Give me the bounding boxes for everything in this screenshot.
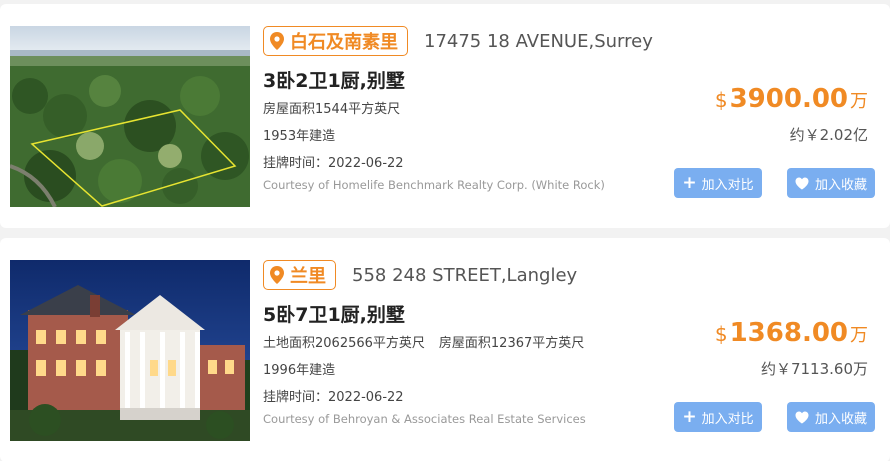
price-rmb: 约￥2.02亿 — [789, 126, 868, 144]
listing-date: 挂牌时间：2022-06-22 — [263, 156, 404, 171]
heart-icon — [795, 177, 809, 189]
area-line-2: 房屋面积12367平方英尺 — [438, 336, 585, 351]
price-cad: $ 3900.00 万 — [715, 84, 868, 114]
heart-icon — [795, 411, 809, 423]
add-favorite-button[interactable]: 加入收藏 — [787, 402, 875, 432]
location-pin-icon — [270, 32, 284, 50]
listing-address[interactable]: 17475 18 AVENUE,Surrey — [424, 31, 653, 52]
plus-icon: + — [682, 406, 697, 427]
region-badge[interactable]: 白石及南素里 — [263, 26, 408, 56]
price-value: 1368.00 — [729, 318, 848, 348]
add-compare-label: 加入对比 — [701, 177, 754, 193]
region-name: 白石及南素里 — [290, 32, 398, 53]
add-favorite-label: 加入收藏 — [814, 177, 867, 193]
area-line-1: 房屋面积1544平方英尺 — [263, 102, 401, 117]
year-built: 1953年建造 — [263, 129, 336, 144]
listing-card[interactable]: 兰里 558 248 STREET,Langley 5卧7卫1厨,别墅 土地面积… — [0, 238, 890, 461]
area-line-1: 土地面积2062566平方英尺 — [263, 336, 425, 351]
price-rmb: 约￥7113.60万 — [760, 360, 868, 378]
region-badge[interactable]: 兰里 — [263, 260, 336, 290]
plus-icon: + — [682, 172, 697, 193]
add-compare-button[interactable]: + 加入对比 — [674, 168, 762, 198]
aerial-land-photo — [10, 26, 250, 207]
add-favorite-label: 加入收藏 — [814, 411, 867, 427]
add-favorite-button[interactable]: 加入收藏 — [787, 168, 875, 198]
listing-card[interactable]: 白石及南素里 17475 18 AVENUE,Surrey 3卧2卫1厨,别墅 … — [0, 4, 890, 228]
listing-courtesy: Courtesy of Homelife Benchmark Realty Co… — [263, 178, 605, 192]
listing-title[interactable]: 5卧7卫1厨,别墅 — [263, 300, 405, 327]
mansion-night-photo — [10, 260, 250, 441]
location-pin-icon — [270, 266, 284, 284]
price-unit: 万 — [850, 91, 868, 112]
listing-date: 挂牌时间：2022-06-22 — [263, 390, 404, 405]
listing-courtesy: Courtesy of Behroyan & Associates Real E… — [263, 412, 586, 426]
price-unit: 万 — [850, 325, 868, 346]
year-built: 1996年建造 — [263, 363, 336, 378]
price-currency: $ — [714, 322, 728, 346]
listing-address[interactable]: 558 248 STREET,Langley — [352, 265, 577, 286]
price-currency: $ — [714, 88, 728, 112]
add-compare-label: 加入对比 — [701, 411, 754, 427]
add-compare-button[interactable]: + 加入对比 — [674, 402, 762, 432]
listing-photo[interactable] — [10, 26, 250, 207]
price-cad: $ 1368.00 万 — [715, 318, 868, 348]
area-info: 土地面积2062566平方英尺 房屋面积12367平方英尺 — [263, 332, 584, 351]
region-name: 兰里 — [290, 266, 326, 287]
listing-title[interactable]: 3卧2卫1厨,别墅 — [263, 66, 405, 93]
area-info: 房屋面积1544平方英尺 — [263, 98, 400, 117]
listing-photo[interactable] — [10, 260, 250, 441]
price-value: 3900.00 — [729, 84, 848, 114]
